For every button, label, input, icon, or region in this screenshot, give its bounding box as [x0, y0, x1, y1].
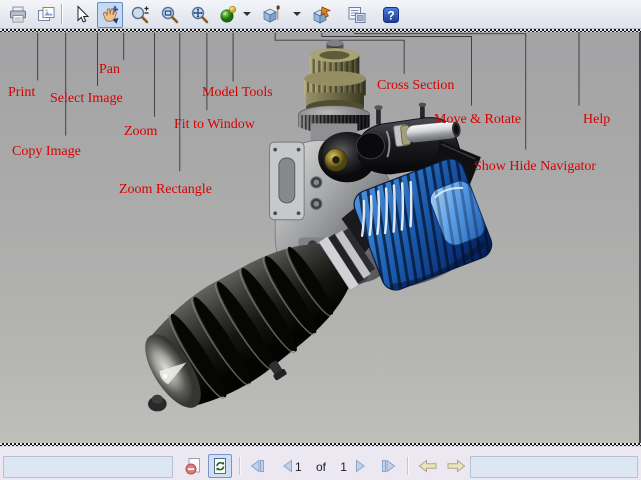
status-panel-right — [470, 456, 638, 478]
back-arrow-icon — [418, 459, 437, 473]
cross-section-button[interactable] — [259, 2, 285, 28]
toolbar-separator — [61, 4, 63, 24]
next-page-button[interactable] — [348, 454, 372, 478]
move-rotate-icon — [313, 6, 331, 24]
callout-pan: Pan — [99, 62, 120, 77]
page-indicator: 1 of 1 — [295, 460, 347, 474]
edrawings-viewer-window: ? Print Copy Image Select Image Pan Zoom… — [0, 0, 641, 480]
statusbar-separator — [407, 457, 409, 475]
print-button[interactable] — [5, 2, 31, 28]
page-separator-label: of — [315, 460, 326, 474]
last-page-button[interactable] — [377, 454, 401, 478]
callout-copy-image: Copy Image — [12, 144, 81, 159]
callout-print: Print — [8, 85, 36, 100]
main-toolbar: ? — [0, 0, 641, 29]
callout-cross-section: Cross Section — [377, 78, 455, 93]
page-navigation-bar: 1 of 1 — [0, 446, 641, 480]
next-page-icon — [356, 459, 365, 473]
copy-image-icon — [38, 7, 55, 21]
cross-section-dropdown-arrow[interactable] — [293, 12, 301, 16]
callout-zoom: Zoom — [124, 124, 158, 139]
svg-text:?: ? — [387, 9, 394, 23]
zoom-icon — [131, 6, 149, 24]
copy-image-button[interactable] — [33, 2, 59, 28]
zoom-rectangle-icon — [161, 6, 179, 24]
refresh-page-icon — [214, 458, 226, 474]
model-tools-button[interactable] — [215, 2, 241, 28]
callout-fit-to-window: Fit to Window — [174, 117, 255, 132]
pan-hand-icon — [102, 5, 119, 24]
callout-select-image: Select Image — [50, 91, 123, 106]
view-back-button[interactable] — [416, 454, 440, 478]
selection-ants-top — [0, 29, 641, 32]
clutch-gear — [304, 39, 366, 116]
fit-to-window-button[interactable] — [187, 2, 213, 28]
first-page-icon — [250, 459, 264, 473]
help-button[interactable]: ? — [378, 2, 404, 28]
forward-arrow-icon — [447, 459, 466, 473]
select-cursor-icon — [77, 5, 90, 23]
stop-page-icon — [185, 458, 200, 475]
fit-to-window-icon — [191, 6, 209, 24]
refresh-page-button[interactable] — [208, 454, 232, 478]
previous-page-icon — [283, 459, 292, 473]
zoom-button[interactable] — [127, 2, 153, 28]
select-button[interactable] — [68, 2, 94, 28]
status-panel-left — [3, 456, 173, 478]
move-rotate-button[interactable] — [309, 2, 335, 28]
callout-model-tools: Model Tools — [202, 85, 273, 100]
navigator-panels-icon — [348, 7, 366, 23]
callout-show-hide-navigator: Show Hide Navigator — [474, 159, 597, 174]
callout-help: Help — [583, 112, 611, 127]
stop-animation-button[interactable] — [182, 454, 206, 478]
page-current: 1 — [295, 460, 302, 474]
model-tools-icon — [220, 5, 237, 23]
model-tools-dropdown-arrow[interactable] — [243, 12, 251, 16]
page-total: 1 — [340, 460, 347, 474]
cross-section-icon — [263, 5, 280, 23]
zoom-rectangle-button[interactable] — [157, 2, 183, 28]
callout-move-rotate: Move & Rotate — [434, 112, 522, 127]
help-icon: ? — [383, 7, 399, 23]
pan-button[interactable] — [97, 2, 123, 28]
show-hide-navigator-button[interactable] — [344, 2, 370, 28]
callout-zoom-rectangle: Zoom Rectangle — [119, 182, 212, 197]
last-page-icon — [382, 459, 396, 473]
view-forward-button[interactable] — [444, 454, 468, 478]
first-page-button[interactable] — [245, 454, 269, 478]
statusbar-separator — [239, 457, 241, 475]
print-icon — [10, 6, 26, 23]
